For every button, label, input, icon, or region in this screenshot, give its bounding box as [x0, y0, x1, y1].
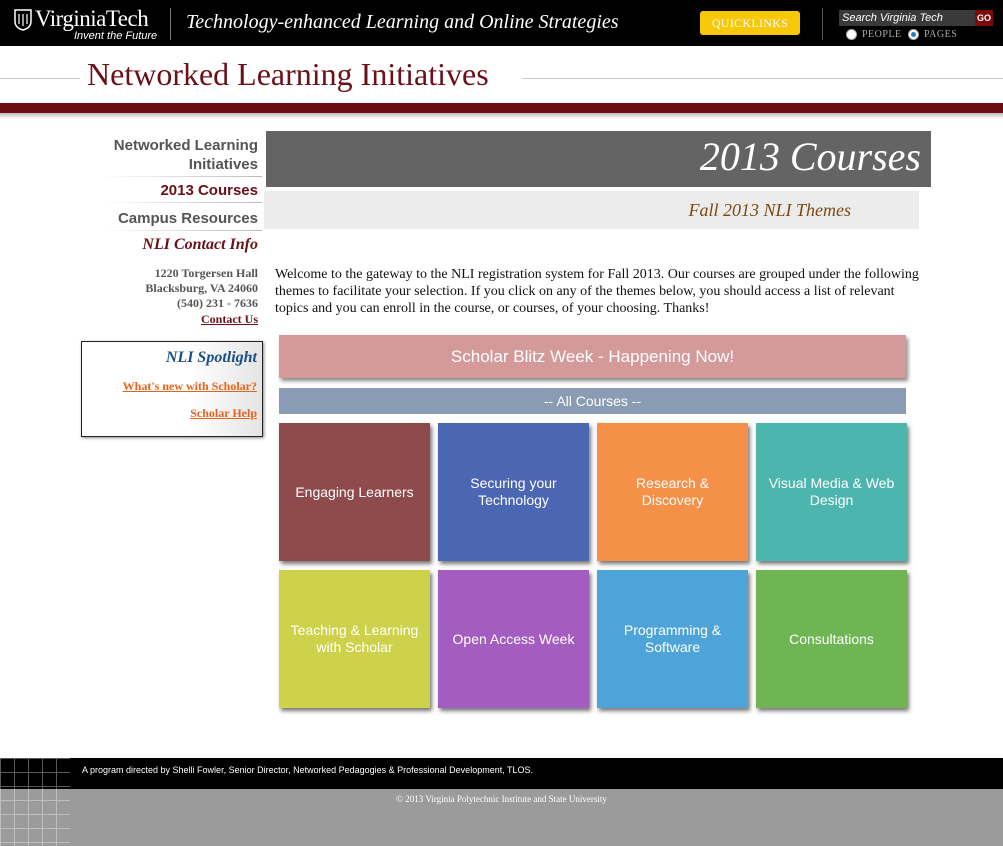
nav-label-line1: Networked Learning [113, 137, 258, 154]
quicklinks-button[interactable]: QUICKLINKS [700, 11, 800, 35]
tile-research-discovery[interactable]: Research & Discovery [597, 423, 748, 561]
top-divider [170, 8, 171, 40]
footer-copyright: © 2013 Virginia Polytechnic Institute an… [396, 794, 607, 804]
address-line: 1220 Torgersen Hall [154, 266, 258, 280]
tile-visual-media-web-design[interactable]: Visual Media & Web Design [756, 423, 907, 561]
spotlight-link-scholar-help[interactable]: Scholar Help [190, 406, 257, 421]
intro-text: Welcome to the gateway to the NLI regist… [275, 267, 919, 316]
footer-credit: A program directed by Shelli Fowler, Sen… [82, 765, 534, 775]
tile-securing-technology[interactable]: Securing your Technology [438, 423, 589, 561]
tile-open-access-week[interactable]: Open Access Week [438, 570, 589, 708]
radio-people-label: PEOPLE [862, 29, 902, 40]
maroon-bar [0, 103, 1003, 113]
scholar-blitz-button[interactable]: Scholar Blitz Week - Happening Now! [279, 335, 906, 378]
radio-pages-label: PAGES [924, 29, 958, 40]
virginia-tech-logo[interactable]: VirginiaTech Invent the Future [14, 6, 164, 42]
tile-consultations[interactable]: Consultations [756, 570, 907, 708]
header-rule-left [0, 78, 80, 79]
nav-divider [100, 230, 262, 231]
tile-teaching-learning-scholar[interactable]: Teaching & Learning with Scholar [279, 570, 430, 708]
phone-number: (540) 231 - 7636 [177, 296, 258, 310]
banner-title: 2013 Courses [699, 134, 921, 179]
nav-2013-courses[interactable]: 2013 Courses [160, 182, 258, 199]
site-title[interactable]: Technology-enhanced Learning and Online … [186, 11, 619, 34]
radio-pages[interactable] [908, 29, 919, 40]
nav-label-line2: Initiatives [188, 156, 258, 173]
nav-campus-resources[interactable]: Campus Resources [118, 210, 258, 227]
themes-subtitle: Fall 2013 NLI Themes [688, 200, 851, 220]
spotlight-link-whats-new[interactable]: What's new with Scholar? [123, 379, 257, 394]
page-title[interactable]: Networked Learning Initiatives [87, 56, 489, 93]
themes-subbanner: Fall 2013 NLI Themes [264, 191, 919, 229]
radio-people[interactable] [846, 29, 857, 40]
nav-networked-learning[interactable]: Networked Learning Initiatives [114, 136, 258, 174]
search-input[interactable] [839, 10, 976, 26]
spotlight-heading: NLI Spotlight [165, 349, 257, 366]
search-go-button[interactable]: GO [975, 10, 993, 26]
logo-tagline: Invent the Future [74, 30, 158, 42]
maroon-bar-shadow [0, 113, 1003, 119]
top-divider-right [822, 8, 823, 40]
address-line: Blacksburg, VA 24060 [145, 281, 258, 295]
logo-wordmark: VirginiaTech [35, 6, 149, 31]
nav-divider [100, 202, 262, 203]
header-rule-right [522, 78, 1003, 79]
spotlight-box: NLI Spotlight What's new with Scholar? S… [81, 341, 263, 437]
vt-shield-icon [14, 9, 32, 31]
contact-us-link[interactable]: Contact Us [201, 312, 258, 327]
all-courses-button[interactable]: -- All Courses -- [279, 388, 906, 414]
tile-programming-software[interactable]: Programming & Software [597, 570, 748, 708]
contact-heading: NLI Contact Info [142, 236, 258, 253]
courses-banner: 2013 Courses [266, 131, 931, 187]
nav-divider [100, 176, 262, 177]
tile-engaging-learners[interactable]: Engaging Learners [279, 423, 430, 561]
